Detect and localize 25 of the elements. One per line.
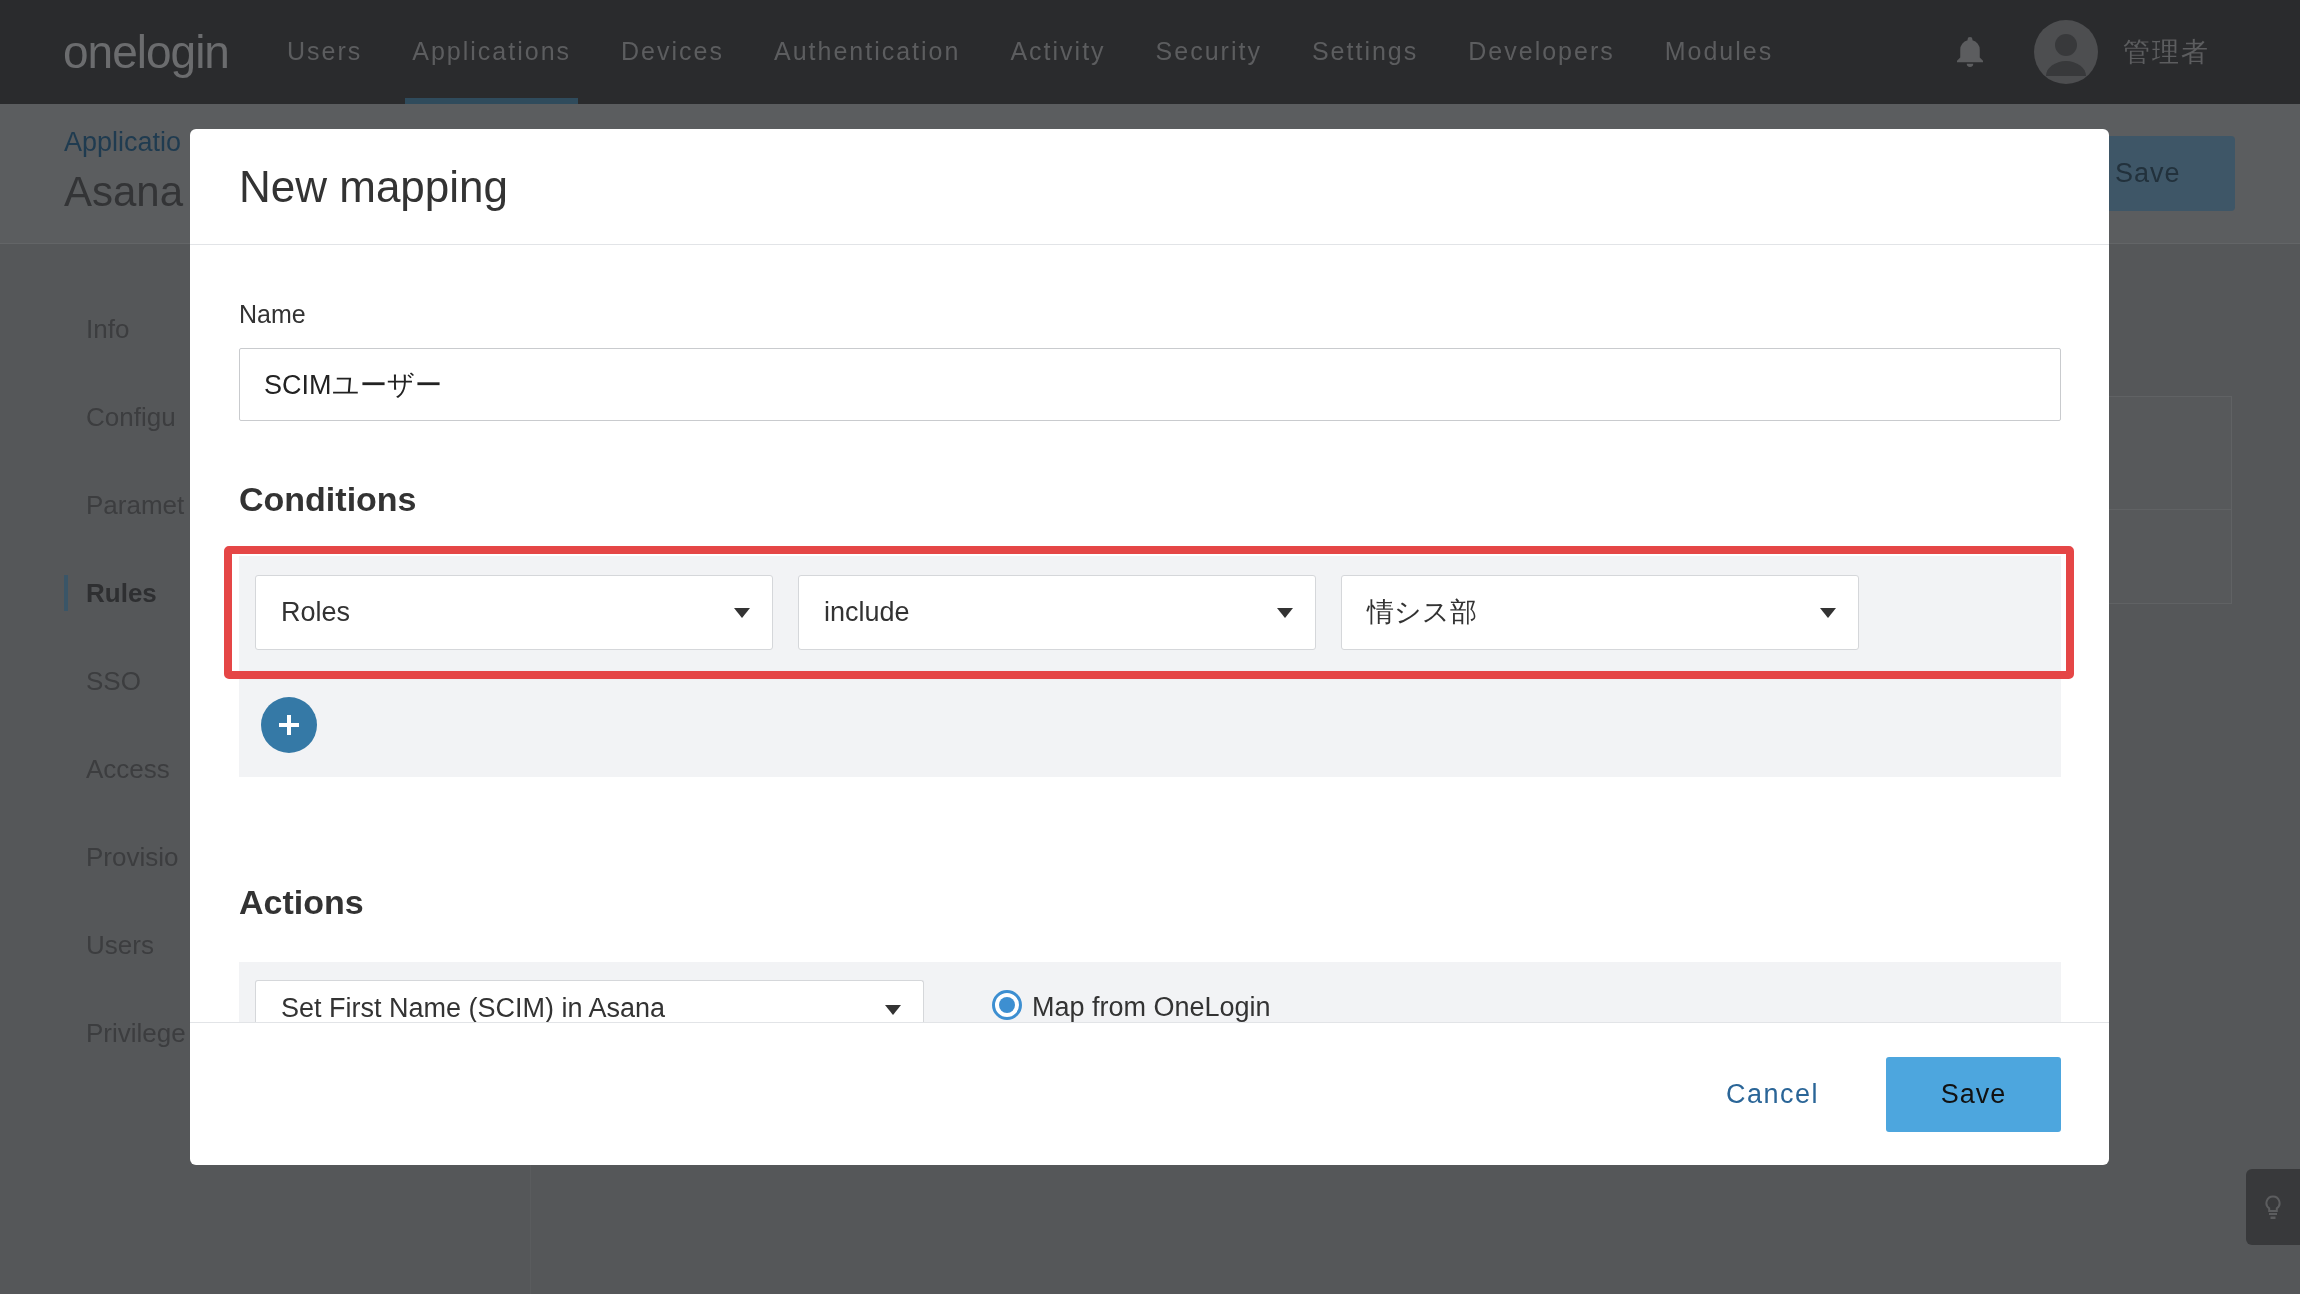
logo[interactable]: onelogin <box>63 26 229 78</box>
dropdown[interactable]: Roles <box>255 575 773 650</box>
caret-icon <box>885 1005 901 1015</box>
name-field[interactable]: SCIMユーザー <box>239 348 2061 421</box>
dialog-title: New mapping <box>239 160 509 213</box>
breadcrumb-link[interactable]: Applicatio <box>64 126 182 158</box>
caret-icon <box>1820 607 1836 618</box>
cancel-link[interactable]: Cancel <box>1725 1073 1819 1115</box>
add-condition-button[interactable] <box>261 697 317 753</box>
radio-label[interactable]: Map from OneLogin <box>1032 980 1271 1020</box>
lightbulb-icon <box>2265 1195 2281 1219</box>
dropdown[interactable]: Set First Name (SCIM) in Asana <box>255 980 924 1022</box>
tips-button[interactable] <box>2246 1169 2300 1245</box>
radio-button[interactable] <box>992 990 1022 1020</box>
avatar-icon[interactable] <box>2034 20 2098 84</box>
plus-icon <box>279 715 299 735</box>
dropdown[interactable]: include <box>798 575 1316 650</box>
section-heading: Conditions <box>239 479 417 519</box>
dropdown[interactable]: 情シス部 <box>1341 575 1859 650</box>
save-button[interactable]: Save <box>1886 1056 2061 1132</box>
caret-icon <box>734 607 750 618</box>
section-heading: Actions <box>239 882 364 922</box>
field-label: Name <box>239 299 306 329</box>
bell-icon[interactable] <box>1957 37 1983 67</box>
caret-icon <box>1277 607 1293 618</box>
